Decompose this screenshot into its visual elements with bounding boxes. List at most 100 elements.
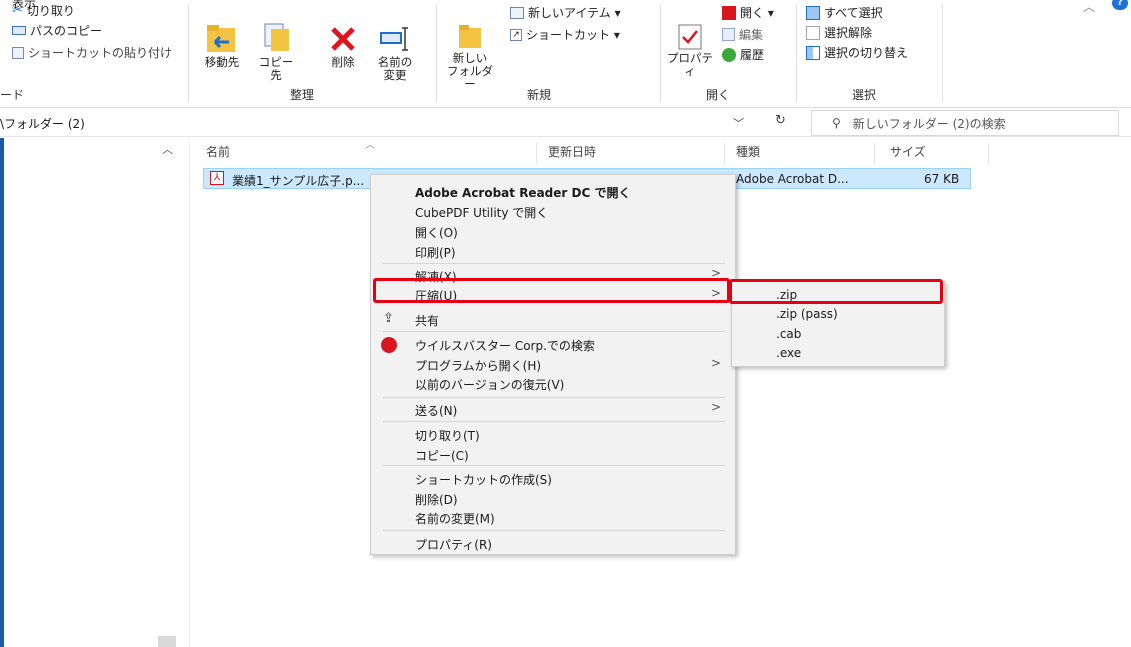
paste-shortcut-icon bbox=[12, 46, 24, 59]
select-all-button[interactable]: すべて選択 bbox=[806, 4, 883, 21]
file-size: 67 KB bbox=[924, 172, 960, 186]
search-placeholder: 新しいフォルダー (2)の検索 bbox=[852, 116, 1006, 131]
invert-selection-button[interactable]: 選択の切り替え bbox=[806, 44, 908, 61]
address-path: \フォルダー (2) bbox=[0, 117, 85, 131]
sort-ascending-icon: ︿ bbox=[365, 140, 375, 151]
copy-to-button[interactable]: コピー先 bbox=[254, 22, 298, 82]
menu-open-cubepdf[interactable]: CubePDF Utility で開く bbox=[415, 204, 548, 221]
rename-button[interactable]: 名前の 変更 bbox=[373, 22, 417, 82]
menu-open[interactable]: 開く(O) bbox=[415, 224, 458, 241]
column-divider[interactable] bbox=[536, 143, 537, 165]
invert-selection-icon bbox=[806, 45, 820, 60]
history-icon bbox=[722, 47, 736, 62]
nav-scroll-up-icon[interactable]: ︿ bbox=[162, 141, 173, 157]
pdf-file-icon: ⅄ bbox=[210, 171, 224, 185]
help-icon[interactable]: ? bbox=[1112, 0, 1128, 10]
group-divider bbox=[188, 4, 189, 102]
menu-separator bbox=[383, 530, 725, 531]
file-type: Adobe Acrobat D... bbox=[736, 172, 849, 186]
menu-separator bbox=[383, 465, 725, 466]
submenu-zip-pass[interactable]: .zip (pass) bbox=[776, 307, 838, 321]
edit-icon bbox=[722, 28, 735, 41]
chevron-right-icon: > bbox=[710, 356, 721, 370]
column-divider[interactable] bbox=[874, 143, 875, 165]
properties-button[interactable]: プロパティ bbox=[666, 22, 714, 78]
submenu-exe[interactable]: .exe bbox=[776, 346, 801, 360]
menu-restore-previous[interactable]: 以前のバージョンの復元(V) bbox=[415, 376, 564, 393]
clipboard-group-label: ード bbox=[0, 88, 25, 102]
copy-path-button[interactable]: パスのコピー bbox=[12, 22, 102, 39]
new-folder-icon bbox=[459, 25, 481, 48]
menu-virus-search[interactable]: ウイルスバスター Corp.での検索 bbox=[415, 337, 595, 354]
select-group-label: 選択 bbox=[852, 88, 877, 102]
menu-open-with[interactable]: プログラムから開く(H) bbox=[415, 357, 541, 374]
menu-separator bbox=[383, 331, 725, 332]
move-to-button[interactable]: 移動先 bbox=[200, 22, 244, 69]
column-header-size[interactable]: サイズ bbox=[890, 143, 926, 165]
menu-properties[interactable]: プロパティ(R) bbox=[415, 536, 492, 553]
group-divider bbox=[796, 4, 797, 102]
open-group-label: 開く bbox=[706, 88, 731, 102]
menu-separator bbox=[383, 421, 725, 422]
menu-send-to[interactable]: 送る(N) bbox=[415, 402, 457, 419]
rename-icon bbox=[380, 27, 408, 51]
explorer-window: 表示 ︿ ? ✂ 切り取り パスのコピー ショートカットの貼り付け ード 移動先 bbox=[0, 0, 1131, 647]
highlight-compress bbox=[373, 278, 730, 303]
menu-share[interactable]: 共有 bbox=[415, 312, 439, 329]
menu-separator bbox=[383, 397, 725, 398]
select-none-button[interactable]: 選択解除 bbox=[806, 24, 872, 41]
delete-x-icon bbox=[331, 27, 355, 51]
group-divider bbox=[436, 4, 437, 102]
menu-create-shortcut[interactable]: ショートカットの作成(S) bbox=[415, 471, 552, 488]
ribbon-collapse-icon[interactable]: ︿ bbox=[1083, 0, 1095, 15]
navigation-pane[interactable] bbox=[0, 138, 190, 647]
virusbuster-icon bbox=[381, 337, 397, 353]
history-button[interactable]: 履歴 bbox=[722, 46, 764, 63]
address-dropdown-icon[interactable]: ﹀ bbox=[733, 115, 744, 131]
share-icon: ⇪ bbox=[383, 311, 394, 326]
nav-scrollbar-thumb[interactable] bbox=[158, 636, 176, 647]
menu-separator bbox=[383, 263, 725, 264]
menu-open-acrobat[interactable]: Adobe Acrobat Reader DC で開く bbox=[415, 184, 630, 201]
file-name: 業績1_サンプル広子.p... bbox=[232, 174, 365, 188]
refresh-icon[interactable]: ↻ bbox=[775, 113, 786, 128]
search-icon: ⚲ bbox=[832, 116, 841, 130]
column-divider[interactable] bbox=[724, 143, 725, 165]
new-item-button[interactable]: 新しいアイテム ▾ bbox=[510, 4, 621, 21]
menu-print[interactable]: 印刷(P) bbox=[415, 244, 456, 261]
menu-delete[interactable]: 削除(D) bbox=[415, 491, 458, 508]
column-header-modified[interactable]: 更新日時 bbox=[548, 143, 596, 165]
menu-cut[interactable]: 切り取り(T) bbox=[415, 427, 480, 444]
copy-folder-icon bbox=[264, 23, 289, 51]
chevron-right-icon: > bbox=[710, 400, 721, 414]
menu-copy[interactable]: コピー(C) bbox=[415, 447, 469, 464]
path-icon bbox=[12, 26, 26, 35]
move-folder-icon bbox=[207, 25, 235, 52]
new-folder-button[interactable]: 新しい フォルダー bbox=[442, 22, 498, 91]
select-all-icon bbox=[806, 5, 820, 20]
shortcut-button[interactable]: ↗ ショートカット ▾ bbox=[510, 26, 620, 43]
paste-shortcut-button[interactable]: ショートカットの貼り付け bbox=[12, 44, 172, 61]
open-button[interactable]: 開く ▾ bbox=[722, 4, 774, 21]
search-box[interactable]: ⚲ 新しいフォルダー (2)の検索 bbox=[811, 110, 1119, 136]
highlight-zip bbox=[729, 279, 943, 304]
delete-button[interactable]: 削除 bbox=[323, 22, 363, 69]
new-group-label: 新規 bbox=[527, 88, 552, 102]
edit-button[interactable]: 編集 bbox=[722, 26, 763, 43]
context-menu: Adobe Acrobat Reader DC で開く CubePDF Util… bbox=[370, 174, 736, 555]
group-divider bbox=[660, 4, 661, 102]
group-divider bbox=[942, 4, 943, 102]
column-header-type[interactable]: 種類 bbox=[736, 143, 760, 165]
properties-check-icon bbox=[678, 24, 702, 50]
select-none-icon bbox=[806, 25, 820, 40]
column-header-name[interactable]: 名前 bbox=[206, 143, 230, 165]
cut-button[interactable]: ✂ 切り取り bbox=[12, 2, 75, 19]
pdf-open-icon bbox=[722, 5, 736, 20]
menu-rename[interactable]: 名前の変更(M) bbox=[415, 510, 495, 527]
scissors-icon: ✂ bbox=[12, 3, 23, 18]
organize-group-label: 整理 bbox=[290, 88, 315, 102]
new-item-icon bbox=[510, 6, 524, 19]
column-divider[interactable] bbox=[988, 143, 989, 165]
ribbon: 表示 ︿ ? ✂ 切り取り パスのコピー ショートカットの貼り付け ード 移動先 bbox=[0, 0, 1131, 108]
submenu-cab[interactable]: .cab bbox=[776, 327, 801, 341]
